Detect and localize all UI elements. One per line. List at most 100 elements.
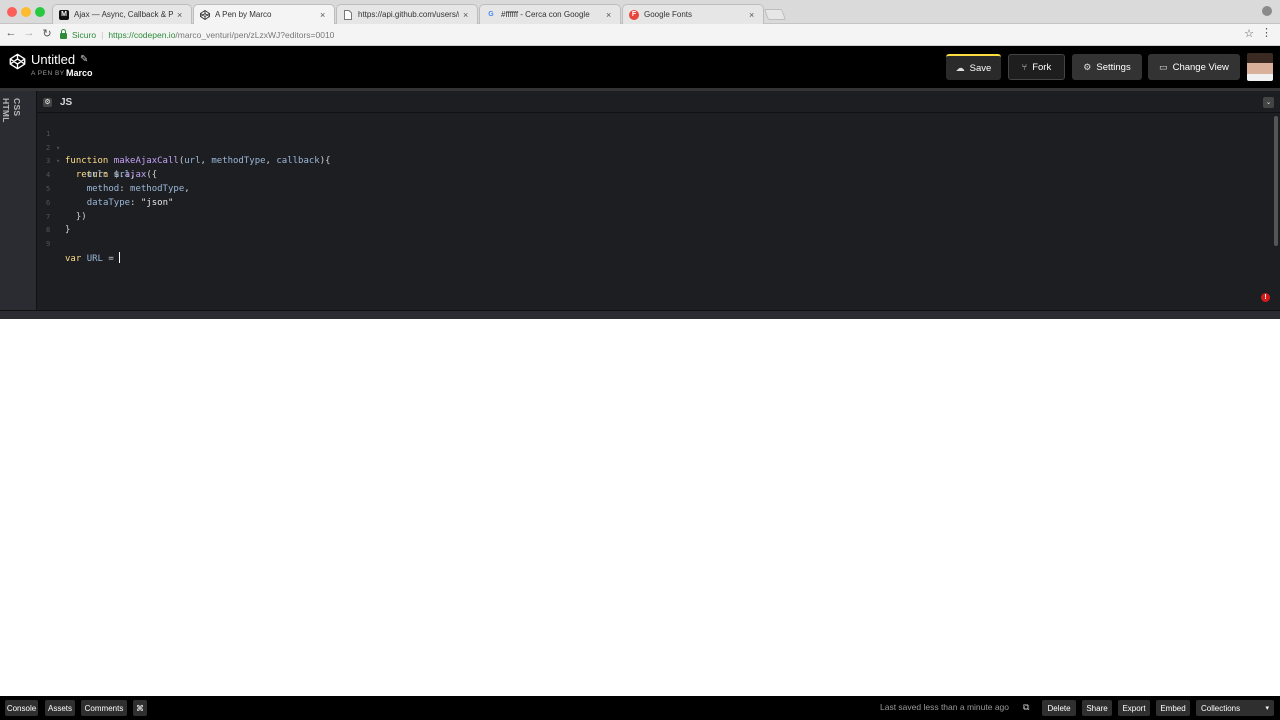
save-button[interactable]: ☁ Save [946, 54, 1001, 80]
maximize-window-button[interactable] [35, 7, 45, 17]
codepen-icon [200, 9, 210, 20]
code-token: var [65, 253, 82, 264]
editor-language-label: JS [60, 97, 73, 108]
forward-arrow-icon[interactable]: → [22, 27, 36, 39]
code-line: 8 [37, 211, 1273, 234]
codepen-logo-icon[interactable] [9, 53, 26, 70]
editor-settings-gear-icon[interactable]: ⚙ [43, 98, 52, 107]
browser-menu-icon[interactable]: ⋮ [1261, 26, 1272, 39]
console-label: Console [6, 703, 37, 713]
browser-tab-pen[interactable]: A Pen by Marco × [193, 4, 335, 24]
caret-down-icon: ▾ [1265, 705, 1269, 712]
reload-icon[interactable]: ↻ [40, 27, 54, 40]
codepen-footer: Console Assets Comments ⌘ Last saved les… [0, 696, 1280, 720]
minimize-window-button[interactable] [21, 7, 31, 17]
keyboard-shortcuts-button[interactable]: ⌘ [133, 700, 147, 716]
tab-html[interactable]: HTML [1, 98, 11, 123]
separator: | [101, 30, 104, 40]
medium-icon: M [59, 9, 69, 20]
collapsed-editors: HTML CSS [0, 91, 37, 319]
close-window-button[interactable] [7, 7, 17, 17]
editor-scrollbar[interactable] [1274, 116, 1278, 246]
code-line: 5 dataType: "json" [46, 184, 174, 208]
tab-label: A Pen by Marco [215, 10, 272, 19]
bookmark-star-icon[interactable]: ☆ [1244, 27, 1254, 40]
close-tab-icon[interactable]: × [463, 10, 471, 20]
code-line: 1 ▾ function makeAjaxCall(url, methodTyp… [46, 129, 331, 167]
code-token: URL [86, 253, 103, 264]
fork-button[interactable]: ⑂ Fork [1008, 54, 1065, 80]
editor-resize-handle[interactable] [0, 310, 1280, 319]
close-tab-icon[interactable]: × [177, 10, 185, 20]
save-label: Save [969, 62, 992, 74]
url-host: https://codepen.io [108, 30, 176, 40]
js-editor-header: ⚙ JS ⌄ [37, 91, 1280, 113]
browser-tab-ajax[interactable]: M Ajax — Async, Callback & Pron × [52, 4, 192, 24]
change-view-button[interactable]: ▭ Change View [1148, 54, 1240, 80]
last-saved-status: Last saved less than a minute ago [880, 702, 1009, 712]
google-fonts-icon: F [629, 9, 639, 20]
tab-css[interactable]: CSS [12, 98, 22, 116]
tab-label: https://api.github.com/users/m [358, 10, 459, 19]
code-line: 4 method: methodType, [46, 171, 190, 194]
pen-title[interactable]: Untitled [31, 52, 75, 67]
pen-by-label: A PEN BY [31, 70, 65, 77]
url-path: /marco_venturi/pen/zLzxWJ?editors=0010 [175, 30, 335, 40]
close-tab-icon[interactable]: × [749, 10, 757, 20]
secure-label: Sicuro [72, 30, 97, 40]
code-line: 6 }) [37, 183, 1273, 222]
browser-tab-google-fonts[interactable]: F Google Fonts × [622, 4, 764, 24]
chevron-down-icon[interactable]: ⌄ [1263, 97, 1274, 108]
change-view-label: Change View [1172, 61, 1229, 73]
codepen-header: Untitled ✎ A PEN BY Marco ☁ Save ⑂ Fork … [0, 46, 1280, 88]
code-line: 3 url: url, [46, 157, 136, 181]
settings-label: Settings [1096, 61, 1131, 73]
external-link-icon[interactable]: ⧉ [1023, 702, 1033, 713]
collections-button[interactable]: Collections ▾ [1196, 700, 1274, 716]
browser-tab-google-search[interactable]: G #ffffff - Cerca con Google × [479, 4, 621, 24]
embed-button[interactable]: Embed [1156, 700, 1190, 716]
google-icon: G [488, 11, 494, 18]
assets-label: Assets [48, 703, 73, 713]
fork-label: Fork [1032, 61, 1052, 73]
export-label: Export [1122, 703, 1146, 713]
back-arrow-icon[interactable]: ← [4, 27, 18, 39]
export-button[interactable]: Export [1118, 700, 1150, 716]
settings-button[interactable]: ⚙ Settings [1072, 54, 1142, 80]
code-line: 7 } [37, 197, 1273, 236]
close-tab-icon[interactable]: × [606, 10, 614, 20]
pen-author-link[interactable]: Marco [66, 68, 93, 78]
address-bar[interactable]: Sicuro | https://codepen.io/marco_ventur… [60, 27, 1232, 43]
browser-tab-bar: M Ajax — Async, Callback & Pron × A Pen … [0, 0, 1280, 24]
result-preview[interactable] [0, 319, 1280, 696]
line-number: 9 [46, 240, 51, 249]
error-indicator-icon[interactable]: ! [1261, 293, 1270, 302]
delete-button[interactable]: Delete [1042, 700, 1076, 716]
lock-icon [60, 29, 67, 39]
share-label: Share [1086, 703, 1108, 713]
console-button[interactable]: Console [5, 700, 38, 716]
user-avatar[interactable] [1247, 53, 1273, 81]
tab-label: Google Fonts [644, 10, 693, 19]
fork-icon: ⑂ [1021, 62, 1028, 72]
browser-toolbar: ← → ↻ Sicuro | https://codepen.io/marco_… [0, 24, 1280, 46]
cloud-icon: ☁ [955, 62, 965, 73]
comments-label: Comments [84, 703, 124, 713]
command-icon: ⌘ [136, 703, 144, 713]
edit-pencil-icon[interactable]: ✎ [80, 54, 88, 65]
new-tab-button[interactable] [763, 9, 787, 20]
assets-button[interactable]: Assets [45, 700, 75, 716]
close-tab-icon[interactable]: × [320, 10, 328, 20]
code-line: 9 var URL = [37, 224, 1273, 264]
share-button[interactable]: Share [1082, 700, 1112, 716]
embed-label: Embed [1160, 703, 1186, 713]
gear-icon: ⚙ [1083, 61, 1092, 72]
browser-tab-github-api[interactable]: https://api.github.com/users/m × [336, 4, 478, 24]
code-token: = [108, 253, 114, 264]
code-editor[interactable]: 1 ▾ function makeAjaxCall(url, methodTyp… [37, 114, 1273, 316]
layout-icon: ▭ [1159, 61, 1168, 72]
delete-label: Delete [1047, 703, 1071, 713]
comments-button[interactable]: Comments [81, 700, 127, 716]
collections-label: Collections [1201, 703, 1241, 713]
browser-profile-icon[interactable] [1262, 6, 1272, 16]
